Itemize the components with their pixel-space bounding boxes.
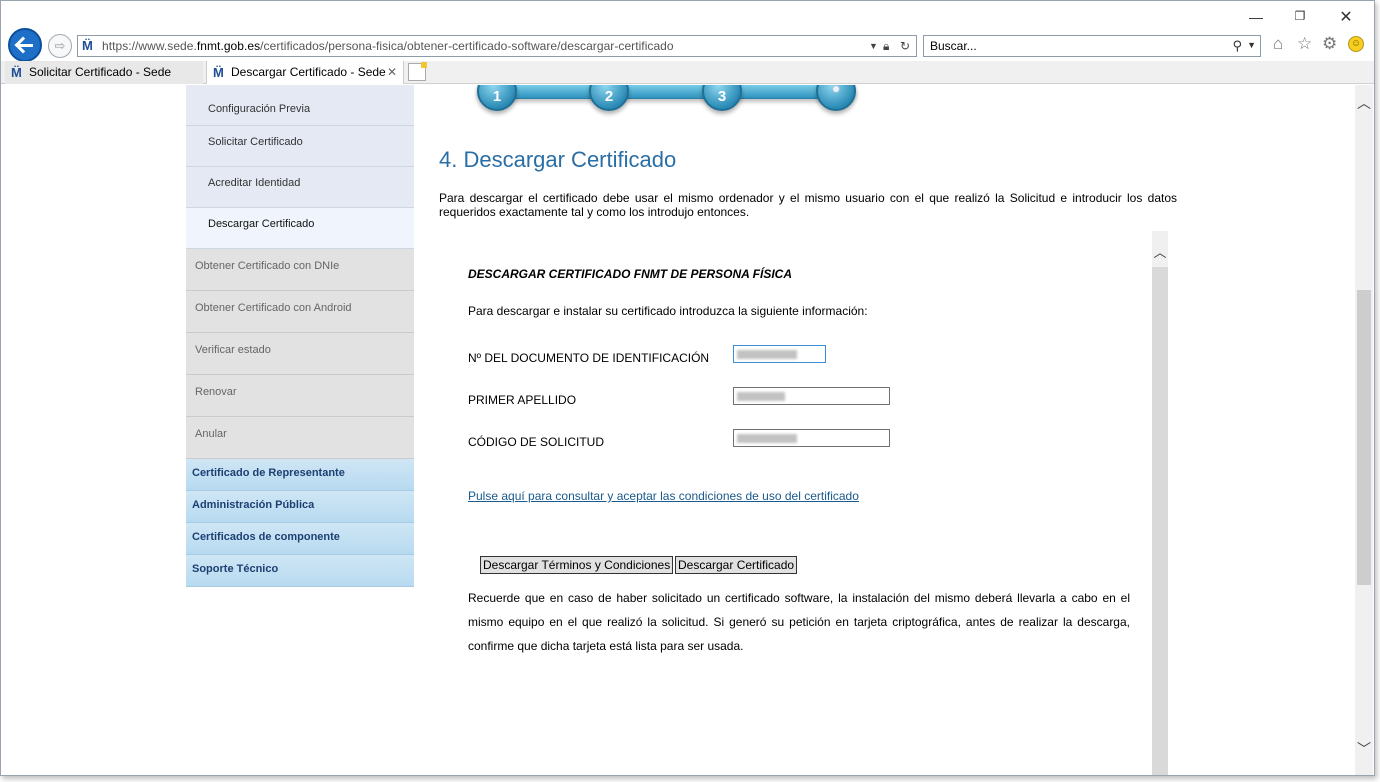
sidebar-item-acreditar-identidad[interactable]: Acreditar Identidad xyxy=(186,167,414,208)
sidebar-item-label: Verificar estado xyxy=(195,344,271,356)
redacted-value xyxy=(737,350,797,359)
request-code-label: CÓDIGO DE SOLICITUD xyxy=(468,435,605,449)
scroll-up-icon[interactable]: ︿ xyxy=(1355,93,1373,113)
feedback-smiley-icon[interactable]: ☺ xyxy=(1348,36,1364,52)
scrollbar-thumb[interactable] xyxy=(1357,290,1371,585)
download-terms-button[interactable]: Descargar Términos y Condiciones xyxy=(480,556,674,574)
sidebar-item-representante[interactable]: Certificado de Representante xyxy=(186,459,414,491)
search-dropdown-icon[interactable]: ▼ xyxy=(1247,40,1256,50)
sidebar-item-configuracion-previa[interactable]: Configuración Previa xyxy=(186,85,414,126)
step-4-current xyxy=(816,85,856,111)
sidebar-item-label: Acreditar Identidad xyxy=(208,177,301,189)
progress-steps: 1 2 3 xyxy=(472,85,862,117)
search-input[interactable] xyxy=(930,38,1210,54)
restore-button[interactable]: ❐ xyxy=(1285,9,1315,23)
first-surname-label: PRIMER APELLIDO xyxy=(468,393,577,407)
download-certificate-button[interactable]: Descargar Certificado xyxy=(675,556,798,574)
first-surname-field[interactable] xyxy=(733,387,890,405)
address-bar[interactable]: M̈ https://www.sede.fnmt.gob.es/certific… xyxy=(77,35,917,57)
scroll-down-icon[interactable]: ﹀ xyxy=(1355,739,1373,759)
search-box[interactable]: ⚲ ▼ xyxy=(923,35,1261,57)
sidebar-item-label: Certificados de componente xyxy=(192,531,340,543)
tab-solicitar-certificado[interactable]: M̈ Solicitar Certificado - Sede xyxy=(5,61,203,84)
settings-gear-icon[interactable]: ⚙ xyxy=(1322,34,1337,54)
address-dropdown-icon[interactable]: ▼ xyxy=(869,41,878,51)
sidebar-item-label: Certificado de Representante xyxy=(192,467,345,479)
url-path: /certificados/persona-fisica/obtener-cer… xyxy=(260,39,674,53)
url-prefix: https://www.sede. xyxy=(102,39,197,53)
sidebar-item-label: Administración Pública xyxy=(192,499,315,511)
inner-scrollbar[interactable] xyxy=(1152,231,1168,775)
sidebar-item-label: Renovar xyxy=(195,386,237,398)
sidebar-item-renovar[interactable]: Renovar xyxy=(186,375,414,417)
site-favicon-icon: M̈ xyxy=(11,65,22,80)
sidebar-item-label: Anular xyxy=(195,428,227,440)
page-viewport: Configuración Previa Solicitar Certifica… xyxy=(4,85,1354,775)
sidebar-item-descargar-certificado[interactable]: Descargar Certificado xyxy=(186,208,414,249)
sidebar-item-anular[interactable]: Anular xyxy=(186,417,414,459)
search-icon[interactable]: ⚲ xyxy=(1232,38,1242,54)
redacted-value xyxy=(737,392,785,401)
sidebar-item-administracion-publica[interactable]: Administración Pública xyxy=(186,491,414,523)
sidebar-item-certificados-componente[interactable]: Certificados de componente xyxy=(186,523,414,555)
sidebar-item-label: Soporte Técnico xyxy=(192,563,279,575)
step-1: 1 xyxy=(477,85,517,111)
minimize-button[interactable]: — xyxy=(1241,9,1271,25)
intro-text: Para descargar el certificado debe usar … xyxy=(439,191,1177,219)
document-number-field[interactable] xyxy=(733,345,826,363)
sidebar-item-label: Solicitar Certificado xyxy=(208,136,303,148)
installation-notice: Recuerde que en caso de haber solicitado… xyxy=(468,591,1130,653)
tab-descargar-certificado[interactable]: M̈ Descargar Certificado - Sede ✕ xyxy=(206,61,404,84)
step-number: 1 xyxy=(492,88,502,105)
sidebar-item-solicitar-certificado[interactable]: Solicitar Certificado xyxy=(186,126,414,167)
lock-icon[interactable]: 🔒︎ xyxy=(883,39,889,54)
sidebar-item-soporte-tecnico[interactable]: Soporte Técnico xyxy=(186,555,414,587)
tab-label: Solicitar Certificado - Sede xyxy=(29,65,172,79)
sidebar-item-dnie[interactable]: Obtener Certificado con DNIe xyxy=(186,249,414,291)
forward-arrow-icon: ⇨ xyxy=(54,38,66,53)
form-intro: Para descargar e instalar su certificado… xyxy=(468,304,868,318)
sidebar-item-label: Obtener Certificado con DNIe xyxy=(195,260,340,272)
step-number: 3 xyxy=(717,88,727,105)
sidebar-item-android[interactable]: Obtener Certificado con Android xyxy=(186,291,414,333)
current-step-marker-icon xyxy=(832,85,840,93)
sidebar-item-label: Descargar Certificado xyxy=(208,218,315,230)
download-form-frame: DESCARGAR CERTIFICADO FNMT DE PERSONA FÍ… xyxy=(439,231,1169,775)
conditions-link[interactable]: Pulse aquí para consultar y aceptar las … xyxy=(468,489,859,503)
sidebar-item-label: Obtener Certificado con Android xyxy=(195,302,352,314)
step-2: 2 xyxy=(589,85,629,111)
site-favicon-icon: M̈ xyxy=(213,65,224,80)
request-code-field[interactable] xyxy=(733,429,890,447)
site-favicon-icon: M̈ xyxy=(82,38,93,53)
document-number-label: Nº DEL DOCUMENTO DE IDENTIFICACIÓN xyxy=(468,351,710,365)
steps-bar xyxy=(478,85,856,99)
inner-scroll-up-icon[interactable]: ︿ xyxy=(1152,231,1168,267)
forward-button[interactable]: ⇨ xyxy=(48,34,72,58)
form-title: DESCARGAR CERTIFICADO FNMT DE PERSONA FÍ… xyxy=(468,267,793,281)
close-tab-icon[interactable]: ✕ xyxy=(387,61,397,83)
back-button[interactable] xyxy=(8,28,42,62)
refresh-icon[interactable]: ↻ xyxy=(900,39,910,53)
home-icon[interactable]: ⌂ xyxy=(1273,34,1283,54)
step-number: 2 xyxy=(604,88,614,105)
page-scrollbar[interactable]: ︿ ﹀ xyxy=(1355,85,1373,775)
url-domain: fnmt.gob.es xyxy=(196,39,261,53)
tab-strip: M̈ Solicitar Certificado - Sede M̈ Desca… xyxy=(1,61,1374,84)
redacted-value xyxy=(737,434,797,443)
page-title: 4. Descargar Certificado xyxy=(439,147,677,172)
url-text[interactable]: https://www.sede.fnmt.gob.es/certificado… xyxy=(102,39,674,53)
sidebar-item-label: Configuración Previa xyxy=(208,103,311,115)
favorites-star-icon[interactable]: ☆ xyxy=(1297,34,1312,54)
step-3: 3 xyxy=(702,85,742,111)
sidebar-item-verificar-estado[interactable]: Verificar estado xyxy=(186,333,414,375)
close-window-button[interactable]: ✕ xyxy=(1331,7,1361,27)
new-tab-button[interactable] xyxy=(408,62,427,81)
browser-window: — ❐ ✕ ⇨ M̈ https://www.sede.fnmt.gob.es/… xyxy=(0,0,1375,776)
sidebar-menu: Configuración Previa Solicitar Certifica… xyxy=(186,85,414,587)
tab-label: Descargar Certificado - Sede xyxy=(231,65,386,79)
